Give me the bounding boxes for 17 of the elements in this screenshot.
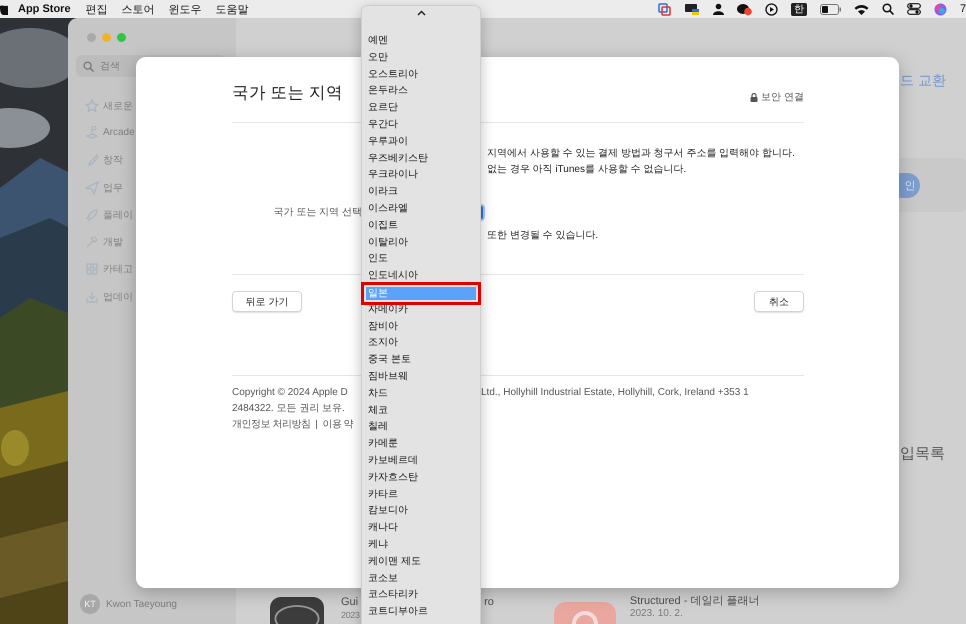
instruction-text: 없는 경우 아직 iTunes를 사용할 수 없습니다. (486, 163, 688, 177)
link-separator: | (315, 418, 318, 432)
user-name: Kwon Taeyoung (106, 598, 177, 610)
app-name: ro (484, 595, 494, 609)
secure-connection-text: 보안 연결 (761, 91, 804, 104)
section-heading: 입목록 (900, 444, 945, 463)
note-text: 또한 변경될 수 있습니다. (486, 229, 600, 243)
copyright-text: Ltd., Hollyhill Industrial Estate, Hollyhill, Cork, Ireland +353 1 (481, 386, 750, 400)
instruction-text: 지역에서 사용할 수 있는 결제 방법과 청구서 주소를 입력해야 합니다. (486, 147, 796, 161)
copyright-text: 2484322. 모든 권리 보유. (232, 402, 346, 416)
app-date: 2023. 10. 2. (630, 608, 683, 620)
app-date: 2023 (341, 609, 360, 621)
dialog-title: 국가 또는 지역 (232, 83, 344, 104)
country-label: 국가 또는 지역 선택 (274, 206, 362, 219)
copyright-text: Copyright © 2024 Apple D (232, 386, 349, 400)
app-name: Structured - 데일리 플래너 (630, 594, 760, 608)
app-name: Gui (341, 595, 358, 609)
